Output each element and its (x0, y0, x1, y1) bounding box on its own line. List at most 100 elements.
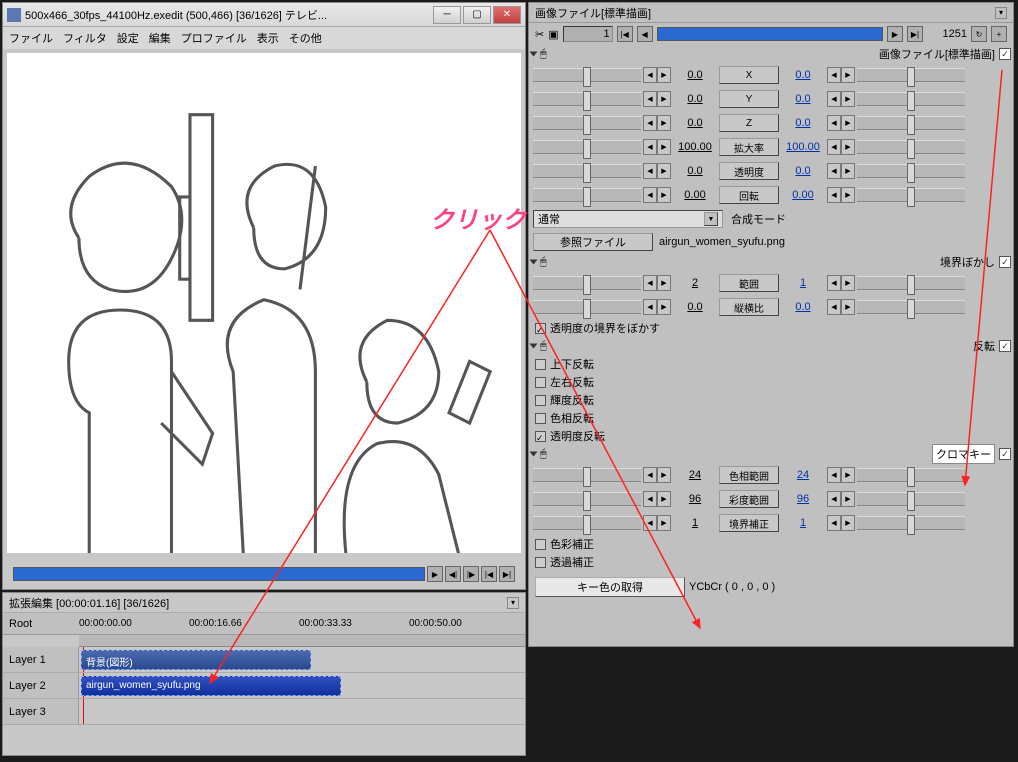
step-up-button[interactable]: ▶ (841, 67, 855, 83)
preview-canvas[interactable] (7, 53, 521, 553)
param-value-right[interactable]: 100.00 (781, 141, 825, 153)
chroma-checkbox[interactable] (535, 557, 546, 568)
param-value-right[interactable]: 0.0 (781, 301, 825, 313)
step-up-button[interactable]: ▶ (841, 115, 855, 131)
step-down-button[interactable]: ◀ (827, 139, 841, 155)
step-down-button[interactable]: ◀ (643, 491, 657, 507)
step-back-button[interactable]: ◀| (445, 566, 461, 582)
step-up-button[interactable]: ▶ (841, 187, 855, 203)
param-slider-right[interactable] (857, 68, 965, 82)
invert-checkbox[interactable] (535, 395, 546, 406)
step-down-button[interactable]: ◀ (643, 275, 657, 291)
root-button[interactable]: Root (3, 618, 79, 630)
param-value-left[interactable]: 0.0 (673, 117, 717, 129)
step-down-button[interactable]: ◀ (643, 67, 657, 83)
param-slider-right[interactable] (857, 300, 965, 314)
invert-checkbox[interactable] (535, 413, 546, 424)
param-slider-left[interactable] (533, 300, 641, 314)
step-up-button[interactable]: ▶ (841, 91, 855, 107)
play-button[interactable]: ▶ (427, 566, 443, 582)
step-down-button[interactable]: ◀ (827, 467, 841, 483)
layer-3-label[interactable]: Layer 3 (3, 699, 79, 724)
step-down-button[interactable]: ◀ (643, 163, 657, 179)
param-slider-right[interactable] (857, 164, 965, 178)
param-value-right[interactable]: 0.0 (781, 93, 825, 105)
goto-end-button[interactable]: ▶| (499, 566, 515, 582)
step-up-button[interactable]: ▶ (841, 275, 855, 291)
tool-icon-1[interactable]: ✂ (535, 28, 544, 41)
section-invert-checkbox[interactable]: ✓ (999, 340, 1011, 352)
get-key-color-button[interactable]: キー色の取得 (535, 577, 685, 597)
frame-last-button[interactable]: ▶| (907, 26, 923, 42)
param-label-button[interactable]: 色相範囲 (719, 466, 779, 484)
step-up-button[interactable]: ▶ (657, 275, 671, 291)
invert-checkbox[interactable] (535, 359, 546, 370)
param-value-left[interactable]: 100.00 (673, 141, 717, 153)
frame-next-button[interactable]: ▶ (887, 26, 903, 42)
param-value-right[interactable]: 0.0 (781, 69, 825, 81)
param-value-right[interactable]: 0.0 (781, 165, 825, 177)
menu-settings[interactable]: 設定 (117, 30, 139, 46)
param-slider-left[interactable] (533, 188, 641, 202)
menu-other[interactable]: その他 (289, 30, 322, 46)
step-down-button[interactable]: ◀ (827, 91, 841, 107)
menu-filter[interactable]: フィルタ (63, 30, 107, 46)
collapse-icon[interactable] (530, 452, 538, 457)
param-label-button[interactable]: 透明度 (719, 162, 779, 180)
chroma-checkbox[interactable] (535, 539, 546, 550)
panel-menu-icon[interactable]: ▾ (995, 7, 1007, 19)
menu-file[interactable]: ファイル (9, 30, 53, 46)
param-value-left[interactable]: 0.0 (673, 69, 717, 81)
collapse-icon[interactable] (530, 344, 538, 349)
step-down-button[interactable]: ◀ (643, 515, 657, 531)
param-slider-right[interactable] (857, 468, 965, 482)
step-up-button[interactable]: ▶ (657, 115, 671, 131)
frame-loop-button[interactable]: ↻ (971, 26, 987, 42)
blend-mode-combo[interactable]: 通常▼ (533, 210, 723, 228)
timeline-menu-icon[interactable]: ▾ (507, 597, 519, 609)
goto-start-button[interactable]: |◀ (481, 566, 497, 582)
collapse-icon[interactable] (530, 52, 538, 57)
step-down-button[interactable]: ◀ (643, 139, 657, 155)
param-label-button[interactable]: X (719, 66, 779, 84)
param-label-button[interactable]: 範囲 (719, 274, 779, 292)
step-up-button[interactable]: ▶ (841, 139, 855, 155)
step-down-button[interactable]: ◀ (827, 491, 841, 507)
param-slider-left[interactable] (533, 468, 641, 482)
step-down-button[interactable]: ◀ (827, 67, 841, 83)
timeline-title[interactable]: 拡張編集 [00:00:01.16] [36/1626] ▾ (3, 593, 525, 613)
timeline-ruler[interactable] (79, 635, 525, 647)
step-up-button[interactable]: ▶ (657, 67, 671, 83)
param-slider-left[interactable] (533, 92, 641, 106)
param-label-button[interactable]: 拡大率 (719, 138, 779, 156)
param-value-right[interactable]: 1 (781, 277, 825, 289)
step-down-button[interactable]: ◀ (643, 467, 657, 483)
step-fwd-button[interactable]: |▶ (463, 566, 479, 582)
step-up-button[interactable]: ▶ (657, 515, 671, 531)
frame-seek[interactable] (657, 27, 883, 41)
step-up-button[interactable]: ▶ (841, 515, 855, 531)
panel-title[interactable]: 画像ファイル[標準描画] ▾ (529, 3, 1013, 23)
clip-image[interactable]: airgun_women_syufu.png (81, 676, 341, 696)
param-label-button[interactable]: 彩度範囲 (719, 490, 779, 508)
menu-edit[interactable]: 編集 (149, 30, 171, 46)
param-slider-right[interactable] (857, 140, 965, 154)
frame-current-input[interactable] (563, 26, 613, 42)
param-slider-left[interactable] (533, 492, 641, 506)
step-up-button[interactable]: ▶ (657, 139, 671, 155)
step-down-button[interactable]: ◀ (827, 187, 841, 203)
step-down-button[interactable]: ◀ (643, 115, 657, 131)
param-value-right[interactable]: 0.0 (781, 117, 825, 129)
step-down-button[interactable]: ◀ (827, 275, 841, 291)
param-slider-right[interactable] (857, 276, 965, 290)
param-value-left[interactable]: 1 (673, 517, 717, 529)
step-up-button[interactable]: ▶ (657, 91, 671, 107)
step-down-button[interactable]: ◀ (643, 187, 657, 203)
section-blur-checkbox[interactable]: ✓ (999, 256, 1011, 268)
param-value-left[interactable]: 96 (673, 493, 717, 505)
close-button[interactable]: ✕ (493, 6, 521, 24)
param-label-button[interactable]: 境界補正 (719, 514, 779, 532)
titlebar[interactable]: 500x466_30fps_44100Hz.exedit (500,466) [… (3, 3, 525, 27)
step-down-button[interactable]: ◀ (827, 515, 841, 531)
param-label-button[interactable]: Z (719, 114, 779, 132)
